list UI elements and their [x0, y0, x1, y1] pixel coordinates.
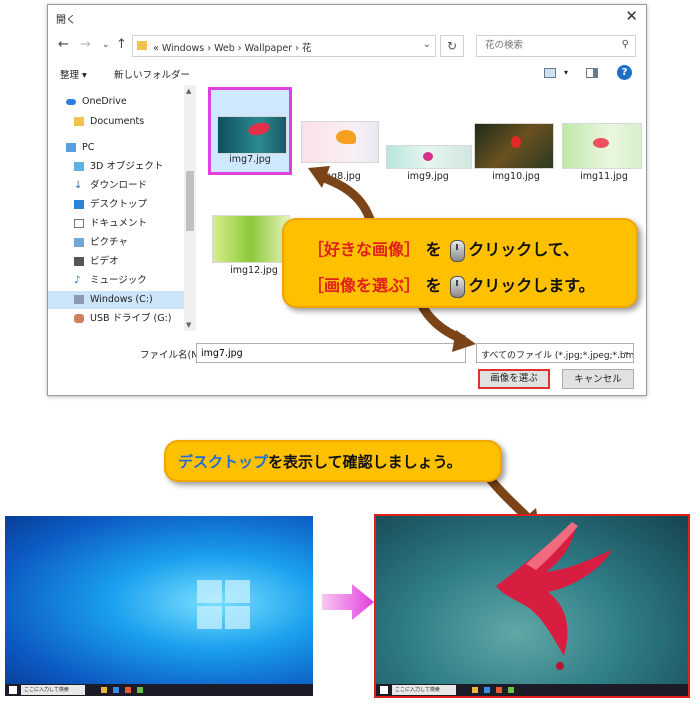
start-icon[interactable]: [9, 686, 17, 694]
explorer-icon[interactable]: [101, 687, 107, 693]
app-icon[interactable]: [508, 687, 514, 693]
arrowhead: [452, 330, 476, 352]
taskbar-search[interactable]: ここに入力して検索: [21, 685, 85, 695]
mouse-icon: [450, 275, 466, 298]
callout-text: クリックして、: [468, 240, 579, 259]
app-icon[interactable]: [125, 687, 131, 693]
flower-wallpaper-image: [496, 522, 612, 670]
callout-highlight: デスクトップ: [178, 453, 269, 471]
callout-text: を表示して確認しましょう。: [268, 453, 462, 471]
desktop-callout: デスクトップを表示して確認しましょう。: [164, 440, 502, 482]
callout-line-2: ［画像を選ぶ］ を クリックします。: [308, 272, 595, 298]
callout-highlight: ［好きな画像］: [308, 240, 421, 259]
callout-text: を: [425, 240, 442, 259]
desktop-after-screenshot: ここに入力して検索: [374, 514, 690, 698]
mouse-icon: [450, 239, 466, 262]
explorer-icon[interactable]: [472, 687, 478, 693]
callout-text: を: [425, 276, 442, 295]
right-arrow-icon: [322, 584, 374, 620]
start-icon[interactable]: [380, 686, 388, 694]
callout-text: デスクトップを表示して確認しましょう。: [178, 451, 462, 472]
desktop-before-screenshot: ここに入力して検索: [5, 516, 313, 696]
app-icon[interactable]: [496, 687, 502, 693]
edge-icon[interactable]: [484, 687, 490, 693]
taskbar-search[interactable]: ここに入力して検索: [392, 685, 456, 695]
windows-logo-icon: [197, 580, 253, 632]
callout-highlight: ［画像を選ぶ］: [308, 276, 421, 295]
app-icon[interactable]: [137, 687, 143, 693]
callout-line-1: ［好きな画像］ を クリックして、: [308, 236, 579, 262]
taskbar: ここに入力して検索: [5, 684, 313, 696]
edge-icon[interactable]: [113, 687, 119, 693]
callout-text: クリックします。: [468, 276, 595, 295]
taskbar: ここに入力して検索: [376, 684, 688, 696]
instruction-callout: ［好きな画像］ を クリックして、 ［画像を選ぶ］ を クリックします。: [282, 218, 638, 308]
